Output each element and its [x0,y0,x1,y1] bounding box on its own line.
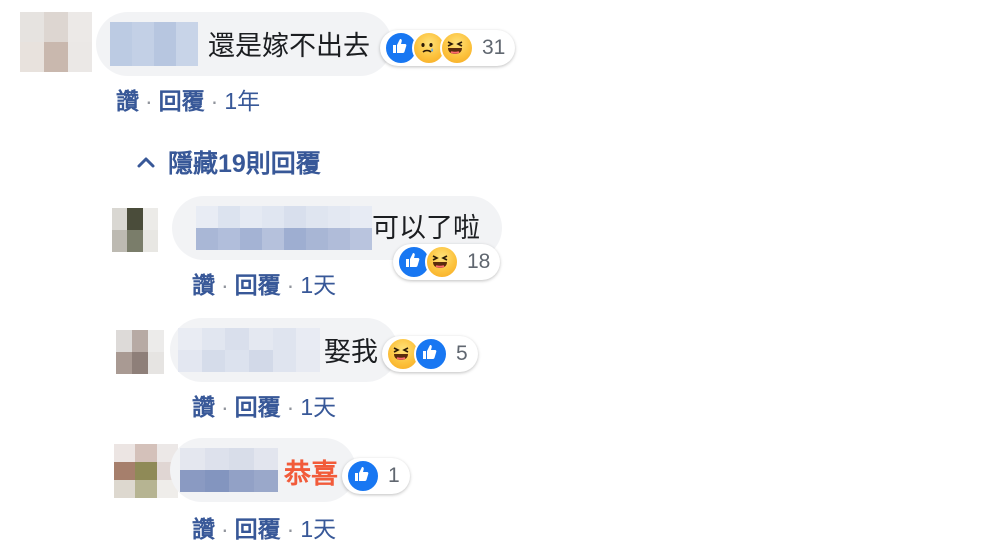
commenter-name[interactable] [196,206,372,250]
reactions-summary[interactable]: 5 [382,336,478,372]
comment-text: 可以了啦 [372,213,480,243]
separator: · [221,394,229,420]
like-link[interactable]: 讚 [192,516,215,542]
reply-link[interactable]: 回覆 [235,516,281,542]
commenter-name[interactable] [178,328,320,372]
like-link[interactable]: 讚 [192,272,215,298]
like-link[interactable]: 讚 [116,88,139,114]
reactions-summary[interactable]: 1 [342,458,410,494]
timestamp[interactable]: 1天 [300,394,336,420]
avatar[interactable] [112,208,158,252]
comment-actions: 讚 · 回覆 · 1天 [192,266,336,300]
comment-text: 還是嫁不出去 [208,31,370,61]
commenter-name[interactable] [110,22,198,66]
reaction-count: 18 [467,250,491,273]
haha-reaction-icon [425,245,459,279]
reactions-summary[interactable]: 31 [380,30,516,66]
reply-link[interactable]: 回覆 [159,88,205,114]
reaction-count: 1 [388,464,400,487]
like-reaction-icon [414,337,448,371]
chevron-up-icon [137,157,155,168]
avatar[interactable] [20,12,92,72]
separator: · [286,394,295,420]
haha-reaction-icon [440,31,474,65]
comment-actions: 讚 · 回覆 · 1天 [192,510,336,544]
avatar[interactable] [116,330,164,374]
hide-replies-toggle[interactable]: 隱藏19則回覆 [136,144,321,180]
hide-replies-label: 隱藏19則回覆 [168,150,321,178]
avatar[interactable] [114,444,178,498]
timestamp[interactable]: 1年 [224,88,260,114]
comment-text: 娶我 [324,337,378,367]
timestamp[interactable]: 1天 [300,272,336,298]
separator: · [286,516,295,542]
comment-actions: 讚 · 回覆 · 1年 [116,82,260,116]
commenter-name[interactable] [180,448,278,492]
reply-link[interactable]: 回覆 [235,272,281,298]
reaction-count: 31 [482,36,506,59]
separator: · [286,272,295,298]
like-reaction-icon [346,459,380,493]
separator: · [210,88,219,114]
reactions-summary[interactable]: 18 [393,244,501,280]
comment-actions: 讚 · 回覆 · 1天 [192,388,336,422]
reaction-count: 5 [456,342,468,365]
like-link[interactable]: 讚 [192,394,215,420]
comment-text: 恭喜 [284,459,338,489]
separator: · [145,88,153,114]
timestamp[interactable]: 1天 [300,516,336,542]
separator: · [221,272,229,298]
reply-link[interactable]: 回覆 [235,394,281,420]
separator: · [221,516,229,542]
